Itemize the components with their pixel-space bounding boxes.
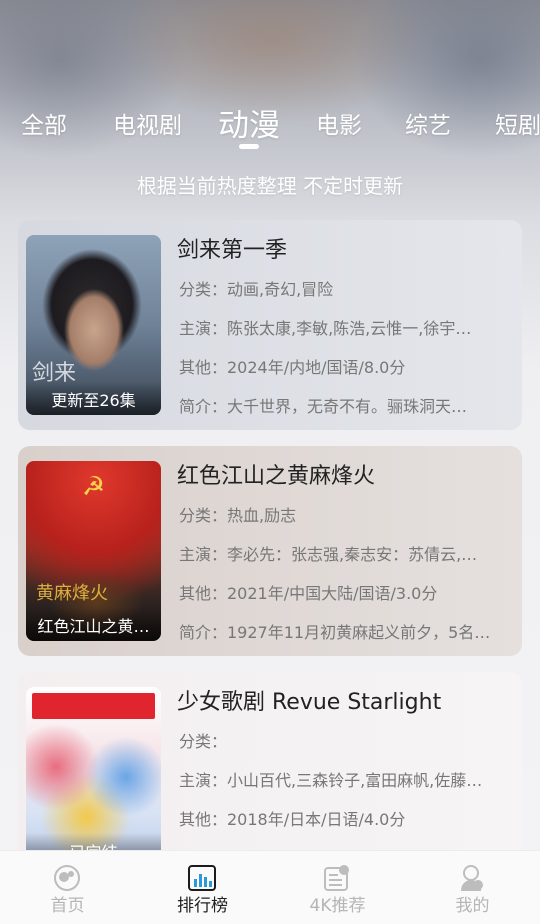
- nav-home[interactable]: 首页: [0, 851, 135, 924]
- recommend-icon: [324, 865, 349, 891]
- card-title[interactable]: 少女歌剧 Revue Starlight: [177, 686, 513, 720]
- ranking-icon: [188, 865, 216, 891]
- active-tab-indicator: [239, 144, 259, 149]
- profile-icon: [461, 865, 483, 891]
- bottom-navigation: 首页 排行榜 4K推荐 我的: [0, 850, 540, 924]
- ranking-card[interactable]: ☭ 黄麻烽火 红色江山之黄… 红色江山之黄麻烽火 分类：热血,励志 主演：李必先…: [18, 446, 522, 656]
- ranking-subtitle: 根据当前热度整理 不定时更新: [136, 174, 404, 198]
- tab-anime[interactable]: 动漫: [218, 100, 280, 145]
- tab-movies[interactable]: 电影: [316, 106, 362, 140]
- card-cast: 主演：陈张太康,李敏,陈浩,云惟一,徐宇…: [179, 319, 472, 338]
- card-category: 分类：动画,奇幻,冒险: [179, 280, 334, 299]
- poster-artwork: 黄麻烽火: [36, 583, 108, 604]
- poster-caption: 红色江山之黄…: [26, 607, 161, 641]
- nav-profile-label: 我的: [455, 896, 490, 916]
- ranking-card[interactable]: 剑来 更新至26集 剑来第一季 分类：动画,奇幻,冒险 主演：陈张太康,李敏,陈…: [18, 220, 522, 430]
- tab-variety[interactable]: 综艺: [405, 106, 451, 140]
- card-intro: 简介：1927年11月初黄麻起义前夕，5名…: [179, 623, 491, 642]
- card-cast: 主演：李必先：张志强,秦志安：苏倩云,…: [179, 545, 478, 564]
- card-intro: 简介：大千世界，无奇不有。骊珠洞天…: [179, 397, 468, 416]
- nav-ranking-label: 排行榜: [177, 896, 228, 916]
- tab-short-drama[interactable]: 短剧: [495, 106, 540, 140]
- poster-logo: [32, 693, 155, 719]
- nav-ranking[interactable]: 排行榜: [135, 851, 270, 924]
- poster-image[interactable]: 剑来 更新至26集: [26, 235, 161, 415]
- nav-4k-recommend[interactable]: 4K推荐: [270, 851, 405, 924]
- card-category: 分类：: [179, 732, 228, 751]
- category-tabs: 全部 电视剧 动漫 电影 综艺 短剧: [0, 98, 540, 148]
- card-other: 其他：2024年/内地/国语/8.0分: [179, 358, 406, 377]
- nav-profile[interactable]: 我的: [405, 851, 540, 924]
- card-title[interactable]: 剑来第一季: [177, 234, 513, 268]
- home-icon: [54, 865, 80, 891]
- card-cast: 主演：小山百代,三森铃子,富田麻帆,佐藤…: [179, 771, 483, 790]
- tab-tv-series[interactable]: 电视剧: [113, 106, 182, 140]
- nav-4k-label: 4K推荐: [309, 896, 366, 916]
- ranking-card[interactable]: 已完结 少女歌剧 Revue Starlight 分类： 主演：小山百代,三森铃…: [18, 672, 522, 872]
- card-other: 其他：2018年/日本/日语/4.0分: [179, 810, 406, 829]
- poster-caption: 更新至26集: [26, 381, 161, 415]
- hammer-sickle-icon: ☭: [81, 472, 106, 502]
- tab-all[interactable]: 全部: [21, 106, 67, 140]
- card-info: 红色江山之黄麻烽火 分类：热血,励志 主演：李必先：张志强,秦志安：苏倩云,… …: [177, 460, 513, 650]
- nav-home-label: 首页: [50, 896, 85, 916]
- card-info: 剑来第一季 分类：动画,奇幻,冒险 主演：陈张太康,李敏,陈浩,云惟一,徐宇… …: [177, 234, 513, 424]
- poster-image[interactable]: ☭ 黄麻烽火 红色江山之黄…: [26, 461, 161, 641]
- card-title[interactable]: 红色江山之黄麻烽火: [177, 460, 513, 494]
- card-category: 分类：热血,励志: [179, 506, 297, 525]
- poster-image[interactable]: 已完结: [26, 687, 161, 867]
- card-info: 少女歌剧 Revue Starlight 分类： 主演：小山百代,三森铃子,富田…: [177, 686, 513, 872]
- card-other: 其他：2021年/中国大陆/国语/3.0分: [179, 584, 438, 603]
